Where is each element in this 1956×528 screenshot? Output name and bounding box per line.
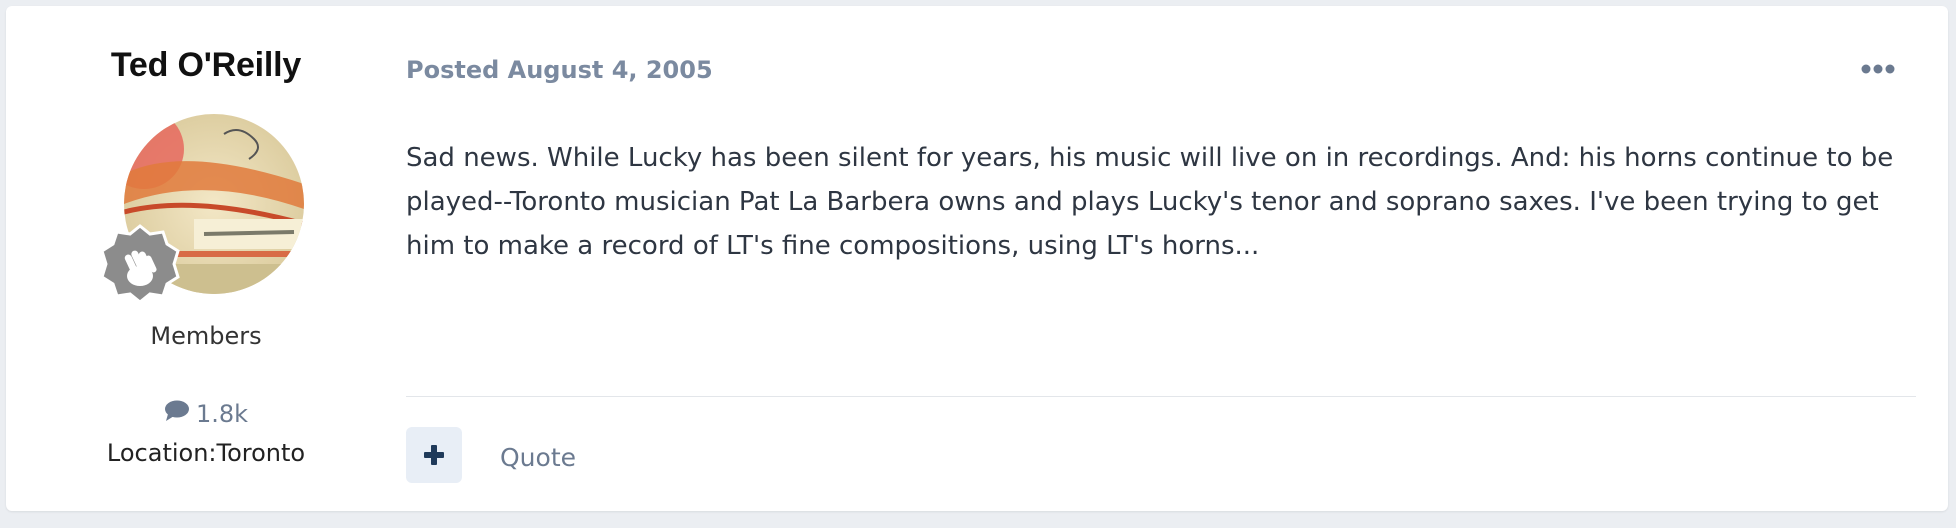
comment-icon — [164, 400, 190, 428]
post-card: Ted O'Reilly Members 1.8k Location:Toron… — [6, 6, 1948, 511]
post-date[interactable]: Posted August 4, 2005 — [406, 56, 713, 84]
author-group: Members — [150, 322, 262, 350]
post-body: Sad news. While Lucky has been silent fo… — [406, 143, 1894, 261]
author-name[interactable]: Ted O'Reilly — [6, 46, 406, 85]
plus-icon — [424, 445, 444, 465]
divider — [406, 396, 1916, 397]
ellipsis-icon — [1861, 64, 1895, 74]
quote-button[interactable]: Quote — [500, 443, 576, 472]
post-count-value: 1.8k — [195, 400, 249, 428]
more-options-button[interactable] — [1858, 56, 1898, 82]
add-reaction-button[interactable] — [406, 427, 462, 483]
author-location: Location:Toronto — [106, 439, 306, 467]
post-count: 1.8k — [6, 400, 406, 428]
author-panel: Ted O'Reilly Members 1.8k Location:Toron… — [6, 6, 406, 511]
rank-badge — [100, 224, 180, 304]
